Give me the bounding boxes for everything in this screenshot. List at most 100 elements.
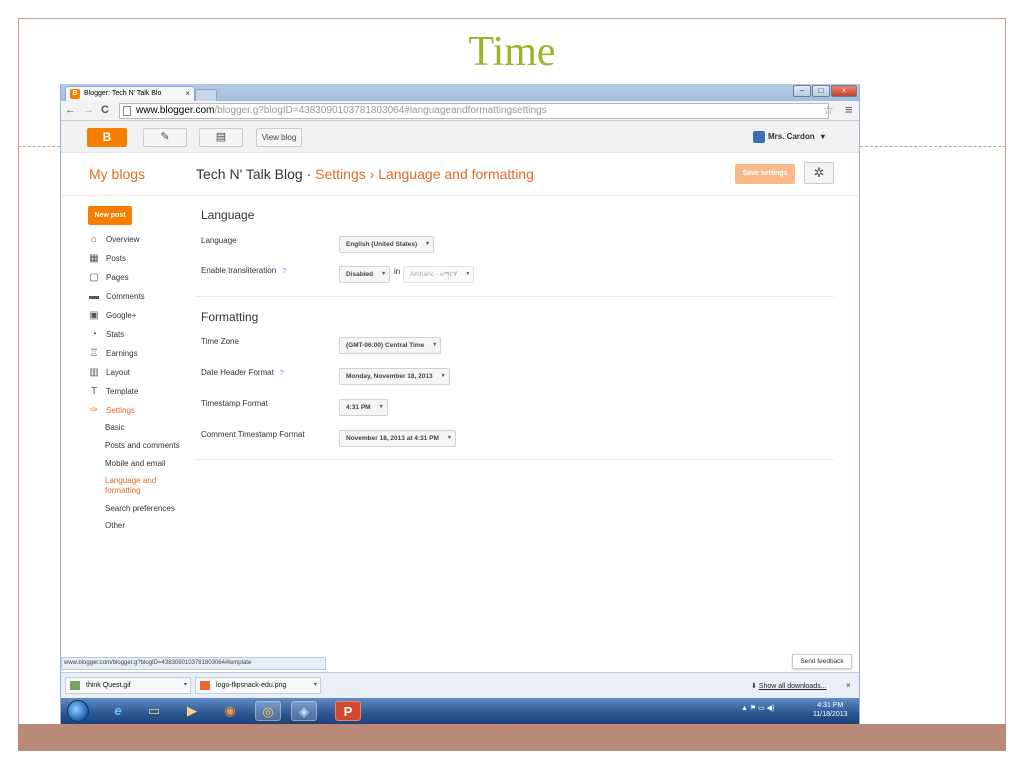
gear-icon[interactable]: ✲ (804, 162, 834, 184)
maximize-button[interactable]: □ (812, 85, 830, 97)
blogger-favicon-icon: B (70, 89, 80, 99)
system-tray-icons[interactable]: ▲ ⚑ ▭ ◀) (741, 704, 774, 712)
pencil-icon[interactable]: ✎ (143, 128, 187, 147)
home-icon: ⌂ (90, 234, 98, 245)
forward-icon[interactable]: → (83, 104, 94, 116)
status-bar-url: www.blogger.com/blogger.g?blogID=4383090… (61, 657, 326, 670)
app-icon[interactable]: ◈ (291, 701, 317, 721)
transliteration-language-value: Amharic - አማርኛ (410, 271, 458, 278)
sidebar-item-stats[interactable]: ◔ Stats (88, 329, 188, 348)
media-player-icon[interactable]: ▶ (179, 701, 205, 721)
download-item[interactable]: logo-flipsnack-edu.png ▾ (195, 677, 321, 694)
date-header-label-text: Date Header Format (201, 368, 274, 377)
browser-tab[interactable]: B Blogger: Tech N' Talk Blo × (65, 86, 195, 101)
chrome-icon[interactable]: ◎ (255, 701, 281, 721)
ie-icon[interactable]: e (105, 701, 131, 721)
blog-name[interactable]: Tech N' Talk Blog (196, 166, 303, 182)
comment-timestamp-select[interactable]: November 18, 2013 at 4:31 PM ▾ (339, 430, 456, 447)
trophy-icon: ♖ (89, 348, 99, 359)
timezone-label: Time Zone (201, 337, 239, 346)
minimize-button[interactable]: – (793, 85, 811, 97)
transliteration-language-select[interactable]: Amharic - አማርኛ ▾ (403, 266, 475, 283)
download-item[interactable]: think Quest.gif ▾ (65, 677, 191, 694)
sidebar-item-comments[interactable]: ▬ Comments (88, 291, 188, 310)
firefox-icon[interactable]: ◉ (217, 701, 243, 721)
settings-sub-posts-comments[interactable]: Posts and comments (105, 441, 195, 451)
sidebar-item-template[interactable]: T Template (88, 386, 188, 405)
slide-divider-right (860, 146, 1006, 147)
sidebar: ⌂ Overview ▦ Posts ▢ Pages ▬ Comments ▣ Googl… (88, 234, 188, 424)
tab-strip: B Blogger: Tech N' Talk Blo × – □ × (61, 84, 859, 101)
sidebar-item-overview[interactable]: ⌂ Overview (88, 234, 188, 253)
timestamp-select[interactable]: 4:31 PM ▾ (339, 399, 388, 416)
user-name: Mrs. Cardon (768, 132, 815, 142)
reload-icon[interactable]: C (101, 104, 109, 116)
section-divider (196, 296, 834, 297)
chevron-down-icon: ▾ (426, 241, 430, 247)
chevron-down-icon: ▾ (382, 271, 386, 277)
blogger-logo-button[interactable]: B (87, 128, 127, 147)
posts-icon: ▦ (89, 253, 99, 264)
settings-sub-search-preferences[interactable]: Search preferences (105, 504, 195, 514)
sidebar-item-earnings[interactable]: ♖ Earnings (88, 348, 188, 367)
avatar (753, 131, 765, 143)
browser-window: B Blogger: Tech N' Talk Blo × – □ × ← → … (60, 84, 860, 724)
my-blogs-link[interactable]: My blogs (89, 166, 145, 182)
folder-icon[interactable]: ▭ (141, 701, 167, 721)
chevron-down-icon: ▾ (820, 132, 825, 142)
sidebar-item-pages[interactable]: ▢ Pages (88, 272, 188, 291)
sidebar-item-layout[interactable]: ▥ Layout (88, 367, 188, 386)
view-blog-button[interactable]: View blog (256, 128, 302, 147)
close-window-button[interactable]: × (831, 85, 857, 97)
powerpoint-icon[interactable]: P (335, 701, 361, 721)
help-icon[interactable]: ? (280, 370, 284, 377)
address-bar[interactable]: www.blogger.com/blogger.g?blogID=4383090… (119, 103, 829, 119)
menu-icon[interactable]: ≡ (845, 102, 853, 117)
pages-icon[interactable]: ▤ (199, 128, 243, 147)
layout-icon: ▥ (89, 367, 99, 378)
date-header-select[interactable]: Monday, November 18, 2013 ▾ (339, 368, 450, 385)
new-tab-button[interactable] (195, 89, 217, 101)
help-icon[interactable]: ? (282, 268, 286, 275)
image-file-icon (70, 681, 80, 690)
send-feedback-button[interactable]: Send feedback (792, 654, 852, 669)
new-post-button[interactable]: New post (88, 206, 132, 225)
breadcrumb-settings[interactable]: Settings (315, 166, 366, 182)
sidebar-item-label: Template (106, 387, 139, 396)
show-all-label: Show all downloads... (758, 683, 827, 690)
breadcrumb: Tech N' Talk Blog · Settings › Language … (196, 166, 534, 182)
settings-sub-other[interactable]: Other (105, 521, 195, 531)
chevron-down-icon[interactable]: ▾ (184, 678, 187, 693)
clock[interactable]: 4:31 PM 11/18/2013 (813, 701, 848, 719)
settings-sub-basic[interactable]: Basic (105, 423, 195, 433)
wrench-icon: ✑ (89, 405, 99, 416)
language-select[interactable]: English (United States) ▾ (339, 236, 435, 253)
slide-divider-left (18, 146, 60, 147)
timezone-select[interactable]: (GMT-06:00) Central Time ▾ (339, 337, 442, 354)
bookmark-star-icon[interactable]: ☆ (823, 103, 834, 117)
back-icon[interactable]: ← (65, 104, 76, 116)
transliteration-select[interactable]: Disabled ▾ (339, 266, 391, 283)
chevron-down-icon: ▾ (447, 435, 451, 441)
tab-close-icon[interactable]: × (185, 87, 190, 100)
transliteration-value: Disabled (346, 271, 374, 278)
chevron-down-icon: ▾ (433, 342, 437, 348)
save-settings-button[interactable]: Save settings (735, 164, 795, 184)
section-divider (196, 459, 834, 460)
start-button[interactable] (67, 700, 89, 722)
close-icon[interactable]: × (846, 681, 851, 690)
timestamp-value: 4:31 PM (346, 404, 371, 411)
show-all-downloads-link[interactable]: ⬇ Show all downloads... (751, 682, 827, 690)
sidebar-item-settings[interactable]: ✑ Settings (88, 405, 188, 424)
pages-icon: ▢ (89, 272, 99, 283)
sidebar-item-label: Settings (106, 406, 135, 415)
sidebar-item-posts[interactable]: ▦ Posts (88, 253, 188, 272)
chevron-down-icon: ▾ (379, 404, 383, 410)
chevron-down-icon[interactable]: ▾ (314, 678, 317, 693)
sidebar-item-label: Overview (106, 235, 140, 244)
settings-sub-mobile-email[interactable]: Mobile and email (105, 459, 195, 469)
account-menu[interactable]: Mrs. Cardon ▾ (753, 131, 825, 143)
sidebar-item-googleplus[interactable]: ▣ Google+ (88, 310, 188, 329)
sidebar-item-label: Posts (106, 254, 127, 263)
settings-sub-language-formatting[interactable]: Language and formatting (105, 476, 165, 496)
